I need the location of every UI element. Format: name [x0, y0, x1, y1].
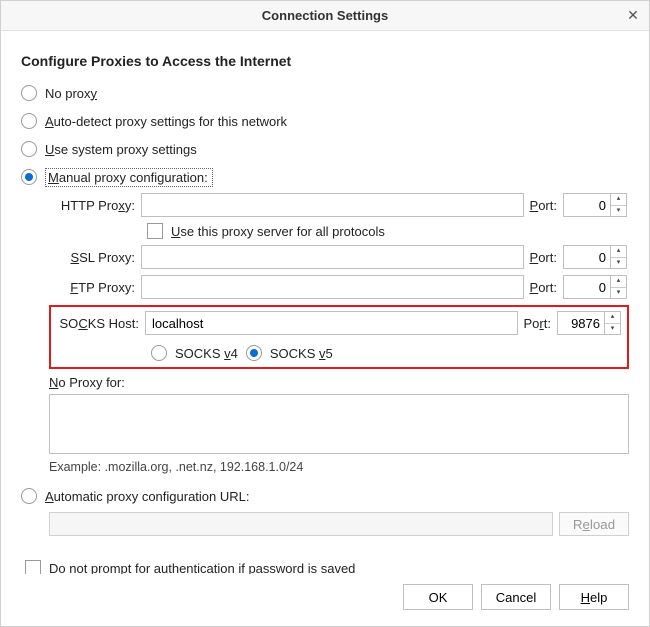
no-proxy-for-label: No Proxy for: [49, 375, 629, 390]
no-prompt-auth-row[interactable]: Do not prompt for authentication if pass… [25, 560, 629, 574]
radio-manual[interactable]: Manual proxy configuration: [21, 165, 629, 189]
chevron-down-icon[interactable]: ▾ [611, 288, 626, 299]
content-area: Configure Proxies to Access the Internet… [1, 31, 649, 574]
radio-label-auto-detect: Auto-detect proxy settings for this netw… [45, 114, 287, 129]
cancel-button[interactable]: Cancel [481, 584, 551, 610]
chevron-up-icon[interactable]: ▴ [605, 312, 620, 324]
ftp-proxy-input[interactable] [141, 275, 524, 299]
socks-port-input[interactable] [557, 311, 605, 335]
ssl-port-spinner[interactable]: ▴▾ [611, 245, 627, 269]
titlebar-title: Connection Settings [262, 8, 388, 23]
ssl-proxy-input[interactable] [141, 245, 524, 269]
chevron-up-icon[interactable]: ▴ [611, 194, 626, 206]
ssl-proxy-label: SSL Proxy: [49, 250, 141, 265]
http-proxy-input[interactable] [141, 193, 524, 217]
use-all-protocols-row[interactable]: Use this proxy server for all protocols [49, 223, 629, 239]
radio-icon[interactable] [21, 85, 37, 101]
radio-icon[interactable] [21, 113, 37, 129]
ftp-port-input[interactable] [563, 275, 611, 299]
socks-host-label: SOCKS Host: [53, 316, 145, 331]
radio-icon[interactable] [21, 141, 37, 157]
ssl-proxy-row: SSL Proxy: Port: ▴▾ [49, 245, 629, 269]
radio-auto-detect[interactable]: Auto-detect proxy settings for this netw… [21, 109, 629, 133]
http-port-label: Port: [524, 198, 563, 213]
radio-icon[interactable] [21, 169, 37, 185]
no-proxy-example: Example: .mozilla.org, .net.nz, 192.168.… [49, 460, 629, 474]
no-proxy-textarea[interactable] [49, 394, 629, 454]
radio-icon[interactable] [246, 345, 262, 361]
radio-label-no-proxy: No proxy [45, 86, 97, 101]
radio-socks-v4[interactable]: SOCKS v4 [151, 341, 238, 365]
chevron-up-icon[interactable]: ▴ [611, 246, 626, 258]
radio-label-use-system: Use system proxy settings [45, 142, 197, 157]
ssl-port-label: Port: [524, 250, 563, 265]
socks-host-row: SOCKS Host: Port: ▴▾ [53, 311, 623, 335]
ftp-port-label: Port: [524, 280, 563, 295]
ftp-proxy-row: FTP Proxy: Port: ▴▾ [49, 275, 629, 299]
radio-socks-v5[interactable]: SOCKS v5 [246, 341, 333, 365]
close-icon[interactable]: ✕ [625, 7, 641, 23]
dialog-buttons: OK Cancel Help [1, 574, 649, 626]
http-proxy-label: HTTP Proxy: [49, 198, 141, 213]
socks-version-row: SOCKS v4 SOCKS v5 [53, 341, 623, 365]
pac-row: Reload [21, 512, 629, 536]
use-all-label: Use this proxy server for all protocols [171, 224, 385, 239]
radio-icon[interactable] [151, 345, 167, 361]
manual-config-block: HTTP Proxy: Port: ▴▾ Use this proxy serv… [21, 193, 629, 474]
section-heading: Configure Proxies to Access the Internet [21, 53, 629, 69]
socks-highlight-box: SOCKS Host: Port: ▴▾ SOCKS v4 S [49, 305, 629, 369]
radio-icon[interactable] [21, 488, 37, 504]
help-button[interactable]: Help [559, 584, 629, 610]
no-prompt-label: Do not prompt for authentication if pass… [49, 561, 355, 575]
chevron-up-icon[interactable]: ▴ [611, 276, 626, 288]
socks-v4-label: SOCKS v4 [175, 346, 238, 361]
use-all-checkbox[interactable] [147, 223, 163, 239]
socks-host-input[interactable] [145, 311, 518, 335]
radio-use-system[interactable]: Use system proxy settings [21, 137, 629, 161]
chevron-down-icon[interactable]: ▾ [611, 258, 626, 269]
http-port-input[interactable] [563, 193, 611, 217]
chevron-down-icon[interactable]: ▾ [611, 206, 626, 217]
connection-settings-window: Connection Settings ✕ Configure Proxies … [0, 0, 650, 627]
no-prompt-checkbox[interactable] [25, 560, 41, 574]
radio-label-auto-url: Automatic proxy configuration URL: [45, 489, 249, 504]
ftp-port-spinner[interactable]: ▴▾ [611, 275, 627, 299]
socks-v5-label: SOCKS v5 [270, 346, 333, 361]
radio-auto-url[interactable]: Automatic proxy configuration URL: [21, 484, 629, 508]
socks-port-label: Port: [518, 316, 557, 331]
http-proxy-row: HTTP Proxy: Port: ▴▾ [49, 193, 629, 217]
titlebar: Connection Settings ✕ [1, 1, 649, 31]
socks-port-spinner[interactable]: ▴▾ [605, 311, 621, 335]
radio-no-proxy[interactable]: No proxy [21, 81, 629, 105]
http-port-spinner[interactable]: ▴▾ [611, 193, 627, 217]
bottom-checks: Do not prompt for authentication if pass… [21, 560, 629, 574]
chevron-down-icon[interactable]: ▾ [605, 324, 620, 335]
radio-label-manual: Manual proxy configuration: [45, 168, 213, 187]
ok-button[interactable]: OK [403, 584, 473, 610]
pac-url-input [49, 512, 553, 536]
ssl-port-input[interactable] [563, 245, 611, 269]
reload-button: Reload [559, 512, 629, 536]
ftp-proxy-label: FTP Proxy: [49, 280, 141, 295]
